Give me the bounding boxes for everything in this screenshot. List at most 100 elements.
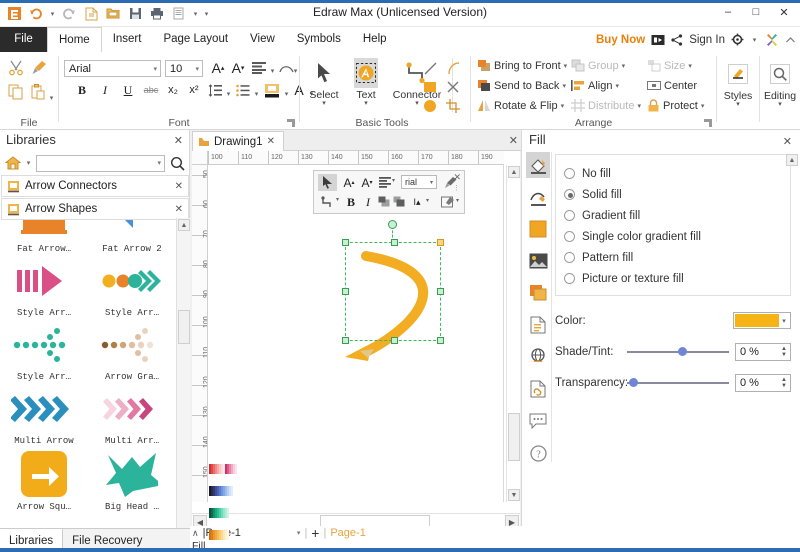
selection-handle-w[interactable]	[342, 288, 349, 295]
buy-now-link[interactable]: Buy Now	[596, 34, 645, 46]
shade-tint-spinner[interactable]: 0 % ▲ ▼	[735, 342, 791, 361]
subscript-button[interactable]: x₂	[165, 83, 181, 97]
selection-handle-se[interactable]	[437, 337, 444, 344]
shape-item[interactable]: Style Arr…	[88, 256, 176, 320]
color-swatch-icon[interactable]	[526, 216, 550, 242]
rotation-handle[interactable]	[388, 220, 397, 229]
mini-italic-icon[interactable]: I	[361, 194, 375, 210]
mini-toolbar-close-icon[interactable]: ✕	[453, 172, 461, 183]
styles-caret[interactable]: ▾	[736, 101, 740, 108]
mini-align-icon[interactable]	[378, 175, 392, 189]
mini-text-align-caret[interactable]: ▾	[426, 197, 429, 204]
shrink-font-button[interactable]: A ▾	[229, 59, 247, 77]
mini-send-back-icon[interactable]	[392, 195, 406, 209]
bring-to-front-caret[interactable]: ▾	[564, 62, 568, 70]
shape-item[interactable]: Fat Arrow…	[0, 220, 88, 256]
fill-color-button[interactable]: ▾	[733, 312, 791, 329]
distribute-caret[interactable]: ▾	[637, 102, 641, 110]
radio-single-color-gradient-fill[interactable]	[564, 231, 575, 242]
group-caret[interactable]: ▾	[622, 62, 626, 70]
styles-button[interactable]: Styles ▾	[718, 56, 758, 118]
home-icon[interactable]	[4, 155, 21, 171]
paste-icon[interactable]	[30, 84, 46, 100]
picture-icon[interactable]	[526, 248, 550, 274]
arrange-dialog-launcher[interactable]	[704, 119, 713, 128]
mini-font-caret[interactable]: ▾	[430, 179, 433, 186]
palette-group[interactable]	[209, 486, 237, 496]
palette-swatch[interactable]	[231, 486, 234, 496]
mini-toolbar-grip[interactable]: ⋮	[453, 185, 460, 192]
libraries-scroll-up-button[interactable]: ▲	[178, 219, 190, 231]
text-tool-caret[interactable]: ▾	[364, 100, 368, 107]
canvas-vscroll-thumb[interactable]	[508, 413, 520, 461]
document-tab-drawing1[interactable]: Drawing1 ✕	[192, 131, 284, 151]
select-tool-caret[interactable]: ▾	[322, 100, 326, 107]
radio-pattern-fill[interactable]	[564, 252, 575, 263]
library-item-arrow-connectors[interactable]: Arrow Connectors ✕	[1, 175, 189, 197]
paste-dropdown-caret[interactable]: ▾	[47, 88, 56, 107]
fill-panel-scroll-up-button[interactable]: ▲	[786, 154, 798, 166]
transparency-spinner[interactable]: 0 % ▲ ▼	[735, 373, 791, 392]
shape-item[interactable]: Arrow Squ…	[0, 448, 88, 514]
selection-handle-e[interactable]	[437, 288, 444, 295]
selection-handle-n[interactable]	[391, 239, 398, 246]
protect-caret[interactable]: ▾	[701, 102, 705, 110]
line-spacing-button[interactable]	[207, 82, 223, 98]
search-input[interactable]: ▾	[36, 154, 165, 172]
editing-button[interactable]: Editing ▾	[760, 56, 800, 118]
mini-grow-font-icon[interactable]: A ▴	[341, 174, 357, 191]
group-button[interactable]: Group ▾	[571, 59, 625, 72]
superscript-button[interactable]: x²	[186, 83, 202, 97]
page-panel-toggle-icon[interactable]: ∧	[192, 528, 199, 539]
editing-caret[interactable]: ▾	[778, 101, 782, 108]
protect-button[interactable]: Protect ▾	[647, 99, 704, 112]
tab-file[interactable]: File	[0, 27, 47, 52]
mini-bring-front-icon[interactable]	[377, 195, 391, 209]
bullets-button[interactable]	[235, 82, 251, 98]
shade-tint-slider[interactable]	[627, 343, 729, 360]
document-strip-close-icon[interactable]: ✕	[509, 134, 518, 147]
search-icon[interactable]	[168, 155, 186, 172]
mini-align-caret[interactable]: ▾	[392, 177, 395, 184]
document-properties-icon[interactable]	[526, 312, 550, 338]
radio-no-fill[interactable]	[564, 168, 575, 179]
sign-in-link[interactable]: Sign In	[689, 34, 725, 46]
selection-handle-sw[interactable]	[342, 337, 349, 344]
globe-icon[interactable]	[526, 344, 550, 370]
mini-pointer-icon[interactable]	[318, 174, 337, 191]
fill-option-single-color-gradient-fill[interactable]: Single color gradient fill	[564, 226, 784, 247]
tab-help[interactable]: Help	[352, 27, 398, 52]
hyperlink-icon[interactable]	[526, 376, 550, 402]
color-palette[interactable]	[209, 464, 238, 552]
tab-page-layout[interactable]: Page Layout	[152, 27, 239, 52]
font-family-caret[interactable]: ▾	[153, 65, 157, 73]
libraries-scroll-thumb[interactable]	[178, 310, 190, 344]
radio-gradient-fill[interactable]	[564, 210, 575, 221]
collapse-ribbon-icon[interactable]	[785, 35, 796, 45]
mini-connector-caret[interactable]: ▾	[336, 196, 339, 203]
canvas-scroll-up-button[interactable]: ▲	[508, 166, 520, 178]
fill-option-picture-or-texture-fill[interactable]: Picture or texture fill	[564, 268, 784, 289]
colorful-logo-icon[interactable]	[765, 33, 779, 47]
selection-handle-s[interactable]	[391, 337, 398, 344]
copy-icon[interactable]	[8, 84, 24, 100]
text-highlight-button[interactable]	[263, 82, 281, 98]
help-icon[interactable]: ?	[526, 440, 550, 466]
size-caret[interactable]: ▾	[688, 62, 692, 70]
grow-font-button[interactable]: A ▴	[209, 59, 227, 77]
minimize-button[interactable]: –	[714, 2, 742, 22]
mini-shrink-font-icon[interactable]: A ▾	[359, 174, 375, 191]
fill-panel-scrollbar[interactable]: ▲	[786, 154, 798, 454]
font-family-combo[interactable]: Arial ▾	[64, 60, 161, 77]
canvas-scroll-down-button[interactable]: ▼	[508, 489, 520, 501]
fill-option-gradient-fill[interactable]: Gradient fill	[564, 205, 784, 226]
palette-swatch[interactable]	[235, 464, 238, 474]
maximize-button[interactable]: □	[742, 2, 770, 22]
tab-view[interactable]: View	[239, 27, 286, 52]
close-button[interactable]: ✕	[770, 2, 798, 22]
radio-solid-fill[interactable]	[564, 189, 575, 200]
selection-handle-ne[interactable]	[437, 239, 444, 246]
shape-item[interactable]: Multi Arrow	[0, 384, 88, 448]
palette-group[interactable]	[209, 508, 237, 518]
font-dialog-launcher[interactable]	[287, 119, 296, 128]
